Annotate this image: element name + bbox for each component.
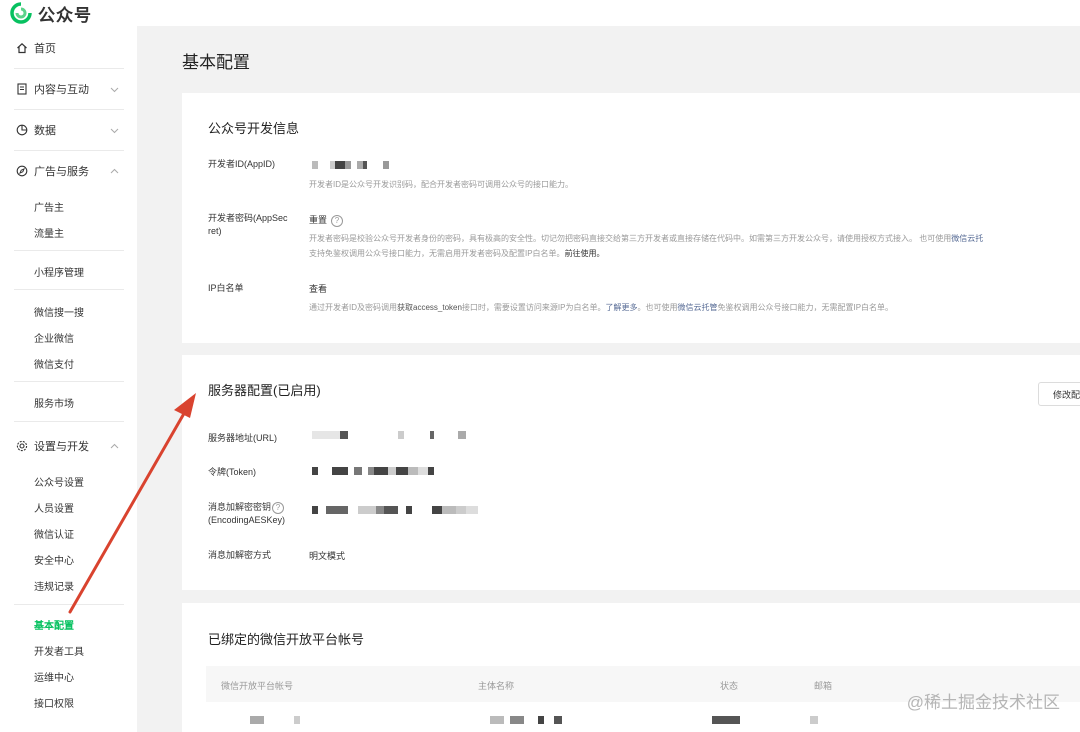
divider (14, 68, 124, 69)
learn-more-link[interactable]: 了解更多 (605, 303, 637, 312)
sidebar-item-dev-tools[interactable]: 开发者工具 (34, 643, 84, 658)
sidebar-item-search[interactable]: 微信搜一搜 (34, 304, 84, 319)
server-config-card: 服务器配置(已启用) 服务器地址(URL) 令牌(Token) 消息加解密密钥?… (182, 355, 1080, 590)
ip-description: 通过开发者ID及密码调用获取access_token接口时，需要设置访问来源IP… (309, 300, 1080, 315)
column-header: 状态 (720, 681, 739, 691)
ip-whitelist-label: IP白名单 (208, 283, 244, 293)
sidebar-item-settings[interactable]: 设置与开发 (0, 436, 137, 456)
chevron-down-icon (110, 126, 119, 135)
encryption-mode-label: 消息加解密方式 (208, 550, 272, 560)
modify-config-button[interactable]: 修改配 (1038, 382, 1080, 406)
sidebar-item-market[interactable]: 服务市场 (34, 395, 74, 410)
divider (14, 289, 124, 290)
secret-desc-text-2: 支持免鉴权调用公众号接口能力，无需启用开发者密码及配置IP白名单。 (309, 249, 565, 258)
reset-link[interactable]: 重置 (309, 215, 327, 225)
sidebar-item-label: 首页 (34, 43, 56, 55)
app-logo[interactable]: 公众号 (10, 0, 92, 26)
access-token-text: 获取access_token (397, 303, 462, 312)
secret-description: 开发者密码是校验公众号开发者身份的密码，具有极高的安全性。切记勿把密码直接交给第… (309, 231, 1080, 261)
secret-reset-row: 重置? (309, 213, 344, 227)
sidebar-item-work-wechat[interactable]: 企业微信 (34, 330, 74, 345)
sidebar-item-security[interactable]: 安全中心 (34, 552, 74, 567)
sidebar-item-members[interactable]: 人员设置 (34, 500, 74, 515)
chevron-up-icon (110, 167, 119, 176)
divider (14, 381, 124, 382)
server-url-label: 服务器地址(URL) (208, 433, 277, 443)
secret-label: 开发者密码(AppSec ret) (208, 212, 288, 238)
appid-description: 开发者ID是公众号开发识别码，配合开发者密码可调用公众号的接口能力。 (309, 180, 573, 189)
sidebar-item-label: 内容与互动 (34, 84, 89, 96)
aes-key-label: 消息加解密密钥? (EncodingAESKey) (208, 501, 285, 527)
column-header: 主体名称 (478, 681, 515, 691)
secret-label-line2: ret) (208, 226, 222, 236)
gear-icon (16, 440, 28, 452)
sidebar-item-api-permissions[interactable]: 接口权限 (34, 695, 74, 710)
sidebar-item-data[interactable]: 数据 (0, 120, 137, 140)
sidebar-item-ops[interactable]: 运维中心 (34, 669, 74, 684)
ip-view-link[interactable]: 查看 (309, 282, 327, 295)
chevron-up-icon (110, 442, 119, 451)
sidebar-item-account-settings[interactable]: 公众号设置 (34, 474, 84, 489)
sidebar-item-miniprogram[interactable]: 小程序管理 (34, 264, 84, 279)
sidebar-item-home[interactable]: 首页 (0, 38, 137, 58)
help-icon[interactable]: ? (272, 501, 285, 514)
watermark: @稀土掘金技术社区 (906, 693, 1060, 712)
divider (14, 250, 124, 251)
encryption-mode-value: 明文模式 (309, 551, 346, 561)
pie-chart-icon (16, 124, 28, 136)
token-redacted (312, 467, 434, 475)
document-icon (16, 83, 28, 95)
compass-icon (16, 165, 28, 177)
wechat-mp-logo-icon (10, 2, 32, 24)
chevron-down-icon (110, 85, 119, 94)
sidebar-item-advertiser[interactable]: 广告主 (34, 199, 64, 214)
divider (14, 109, 124, 110)
aes-key-label-line2: (EncodingAESKey) (208, 515, 286, 525)
table-row-redacted (250, 716, 818, 724)
divider (14, 604, 124, 605)
section-title: 公众号开发信息 (208, 121, 300, 136)
section-title: 已绑定的微信开放平台帐号 (208, 632, 365, 647)
ip-desc-text-4: 免鉴权调用公众号接口能力，无需配置IP白名单。 (717, 303, 894, 312)
go-use-link[interactable]: 前往使用。 (565, 249, 605, 258)
appid-label: 开发者ID(AppID) (208, 159, 276, 169)
sidebar-item-wechat-pay[interactable]: 微信支付 (34, 356, 74, 371)
home-icon (16, 42, 28, 54)
help-icon[interactable]: ? (331, 214, 344, 227)
sidebar-item-label: 设置与开发 (34, 441, 89, 453)
sidebar-item-label: 广告与服务 (34, 166, 89, 178)
aes-key-redacted (312, 506, 478, 514)
sidebar-item-label: 数据 (34, 125, 56, 137)
column-header: 微信开放平台帐号 (221, 681, 294, 691)
secret-label-line1: 开发者密码(AppSec (208, 213, 288, 223)
cloud-hosting-link[interactable]: 微信云托管 (677, 303, 717, 312)
divider (14, 150, 124, 151)
server-url-redacted (312, 431, 466, 439)
ip-desc-text-2: 接口时，需要设置访问来源IP为白名单。 (461, 303, 606, 312)
app-name: 公众号 (38, 5, 92, 25)
dev-info-card: 公众号开发信息 开发者ID(AppID) 开发者ID是公众号开发识别码，配合开发… (182, 93, 1080, 343)
sidebar-item-content[interactable]: 内容与互动 (0, 79, 137, 99)
sidebar-item-publisher[interactable]: 流量主 (34, 225, 64, 240)
ip-desc-text-3: 。也可使用 (637, 303, 678, 312)
secret-desc-text: 开发者密码是校验公众号开发者身份的密码，具有极高的安全性。切记勿把密码直接交给第… (309, 234, 952, 243)
sidebar: 首页 内容与互动 数据 广告与服务 广告主 流量主 小程序管理 微信搜一搜 企业… (0, 26, 137, 732)
sidebar-item-verification[interactable]: 微信认证 (34, 526, 74, 541)
sidebar-item-violations[interactable]: 违规记录 (34, 578, 74, 593)
sidebar-item-basic-config[interactable]: 基本配置 (34, 617, 74, 632)
aes-key-label-line1: 消息加解密密钥 (208, 502, 272, 512)
ip-desc-text: 通过开发者ID及密码调用 (309, 303, 397, 312)
page-title: 基本配置 (182, 53, 250, 72)
divider (14, 421, 124, 422)
section-title: 服务器配置(已启用) (208, 383, 321, 398)
token-label: 令牌(Token) (208, 467, 257, 477)
wechat-cloud-link[interactable]: 微信云托 (951, 234, 983, 243)
sidebar-item-ads[interactable]: 广告与服务 (0, 161, 137, 181)
appid-value-redacted (312, 161, 389, 169)
column-header: 邮箱 (814, 681, 833, 691)
top-bar: 公众号 (0, 0, 1080, 26)
